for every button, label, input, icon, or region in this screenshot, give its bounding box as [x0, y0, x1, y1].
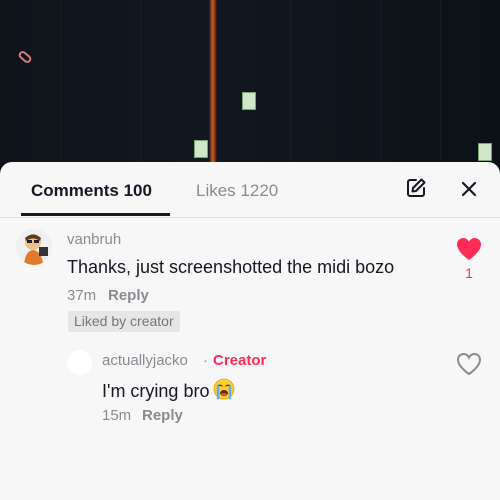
reply-text-content: I'm crying bro — [102, 381, 210, 401]
video-background — [0, 0, 500, 162]
reply-avatar[interactable] — [67, 350, 92, 375]
tab-bar: Comments 100 Likes 1220 — [0, 162, 500, 218]
creator-tag: Creator — [213, 352, 267, 369]
avatar[interactable] — [16, 229, 52, 265]
reply-reply-button[interactable]: Reply — [142, 407, 183, 424]
active-tab-indicator — [21, 213, 170, 216]
reply-username[interactable]: actuallyjacko — [102, 352, 188, 369]
banknote — [242, 92, 256, 110]
tab-comments[interactable]: Comments 100 — [31, 181, 152, 201]
like-count: 1 — [465, 265, 473, 281]
liked-by-creator-badge: Liked by creator — [68, 311, 180, 332]
avatar-illustration — [16, 229, 52, 265]
reply-timestamp: 15m — [102, 407, 132, 424]
edit-icon[interactable] — [405, 177, 427, 199]
reply-button[interactable]: Reply — [108, 287, 149, 304]
reply-text: I'm crying bro — [102, 378, 235, 402]
heart-outline-icon[interactable] — [456, 352, 482, 376]
comment-username[interactable]: vanbruh — [67, 231, 121, 248]
comment-text: Thanks, just screenshotted the midi bozo — [67, 257, 395, 277]
paperclip-icon — [18, 51, 32, 63]
comment-timestamp: 37m — [67, 287, 97, 304]
heart-filled-icon[interactable] — [456, 237, 482, 261]
light-beam — [209, 0, 217, 162]
tab-likes[interactable]: Likes 1220 — [196, 181, 278, 201]
loudly-crying-face-icon — [214, 378, 235, 400]
banknote — [194, 140, 208, 158]
separator-dot: · — [203, 352, 208, 369]
close-icon[interactable] — [459, 179, 479, 199]
banknote — [478, 143, 492, 161]
